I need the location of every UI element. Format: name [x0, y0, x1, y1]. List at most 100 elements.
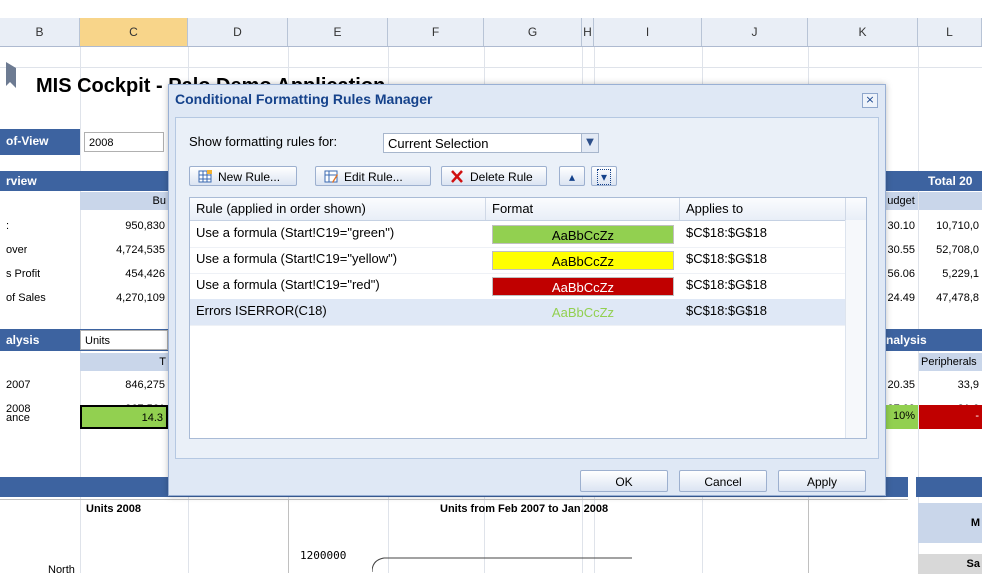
column-header-h[interactable]: H — [582, 18, 594, 46]
column-header-k[interactable]: K — [808, 18, 918, 46]
dialog-body: Show formatting rules for: Current Selec… — [175, 117, 879, 459]
right-analysis-budget: 20.35 — [887, 379, 915, 391]
overview-rows-label: : — [6, 220, 10, 232]
top-strip — [0, 0, 982, 18]
chart1-label-north: North — [48, 564, 75, 576]
analysis-rows-value: 846,275 — [125, 379, 165, 391]
rule-format-preview: AaBbCcZz — [492, 225, 674, 244]
delete-rule-label: Delete Rule — [470, 170, 533, 184]
move-up-icon: ▴ — [568, 170, 576, 184]
right-total-subheader — [919, 192, 982, 210]
overview-rows-label: s Profit — [6, 268, 41, 280]
analysis-total-header: T — [80, 353, 168, 371]
rule-description: Use a formula (Start!C19="green") — [196, 225, 395, 240]
right-overview-budget: 24.49 — [887, 292, 915, 304]
rule-row[interactable]: Use a formula (Start!C19="yellow") AaBbCc… — [190, 247, 846, 274]
right-variance-value: 10% — [884, 405, 918, 429]
rule-format-preview: AaBbCcZz — [551, 305, 615, 320]
right-analysis-header: nalysis — [884, 329, 982, 351]
show-rules-value: Current Selection — [388, 136, 489, 151]
new-rule-button[interactable]: New Rule... — [189, 166, 297, 186]
delete-rule-button[interactable]: Delete Rule — [441, 166, 547, 186]
overview-rows-value: 4,270,109 — [116, 292, 165, 304]
show-rules-label: Show formatting rules for: — [189, 134, 338, 149]
rules-scrollbar[interactable] — [845, 220, 866, 438]
move-up-button[interactable]: ▴ — [559, 166, 585, 186]
variance-value: 14.3 — [80, 405, 168, 429]
right-analysis-total: 33,9 — [957, 379, 979, 391]
rule-format-preview: AaBbCcZz — [492, 277, 674, 296]
rule-description: Use a formula (Start!C19="yellow") — [196, 251, 398, 266]
variance-label: ance — [6, 412, 30, 424]
rule-applies-to: $C$18:$G$18 — [686, 225, 767, 240]
new-rule-label: New Rule... — [218, 170, 281, 184]
column-header-j[interactable]: J — [702, 18, 808, 46]
right-charts-header — [916, 477, 982, 497]
overview-rows-value: 4,724,535 — [116, 244, 165, 256]
show-rules-select[interactable]: Current Selection ▼ — [383, 133, 599, 153]
column-header-c[interactable]: C — [80, 18, 188, 46]
rule-row[interactable]: Errors ISERROR(C18) AaBbCcZz $C$18:$G$18 — [190, 299, 846, 326]
move-down-button[interactable]: ▾ — [591, 166, 617, 186]
conditional-formatting-dialog: Conditional Formatting Rules Manager × S… — [168, 84, 886, 496]
rule-description: Errors ISERROR(C18) — [196, 303, 327, 318]
edit-rule-icon — [324, 170, 338, 183]
pov-label: of-View — [0, 129, 80, 155]
overview-rows-label: of Sales — [6, 292, 46, 304]
edit-rule-label: Edit Rule... — [344, 170, 403, 184]
column-header-g[interactable]: G — [484, 18, 582, 46]
overview-rows-label: over — [6, 244, 28, 256]
overview-rows-value: 454,426 — [125, 268, 165, 280]
chevron-down-icon[interactable]: ▼ — [581, 134, 598, 152]
delete-x-icon — [451, 170, 463, 183]
applies-column-header[interactable]: Applies to — [680, 198, 846, 220]
rule-column-header[interactable]: Rule (applied in order shown) — [190, 198, 486, 220]
column-header-i[interactable]: I — [594, 18, 702, 46]
column-header-d[interactable]: D — [188, 18, 288, 46]
overview-header: rview — [0, 171, 168, 191]
rule-row[interactable]: Use a formula (Start!C19="red") AaBbCcZz $… — [190, 273, 846, 300]
column-header-e[interactable]: E — [288, 18, 388, 46]
right-overview-budget: 30.55 — [887, 244, 915, 256]
right-mo-header: M — [918, 503, 982, 543]
column-header-f[interactable]: F — [388, 18, 484, 46]
rules-table-header: Rule (applied in order shown) Format App… — [190, 198, 866, 221]
right-overview-budget: 30.10 — [887, 220, 915, 232]
rule-applies-to: $C$18:$G$18 — [686, 251, 767, 266]
right-peripherals-header: Peripherals — [919, 353, 982, 371]
right-overview-budget: 56.06 — [887, 268, 915, 280]
column-header-b[interactable]: B — [0, 18, 80, 46]
rule-row[interactable]: Use a formula (Start!C19="green") AaBbCcZ… — [190, 221, 846, 248]
edit-rule-button[interactable]: Edit Rule... — [315, 166, 431, 186]
right-sa-header: Sa — [918, 554, 982, 574]
rules-table: Rule (applied in order shown) Format App… — [189, 197, 867, 439]
dialog-close-button[interactable]: × — [862, 93, 878, 108]
chart2-title: Units from Feb 2007 to Jan 2008 — [440, 503, 609, 515]
right-overview-total: 5,229,1 — [942, 268, 979, 280]
palo-logo-icon — [6, 62, 16, 88]
chart1-title: Units 2008 — [86, 503, 142, 515]
pov-year-select[interactable]: 2008 — [84, 132, 164, 152]
right-overview-total: 47,478,8 — [936, 292, 979, 304]
rule-description: Use a formula (Start!C19="red") — [196, 277, 380, 292]
overview-rows-value: 950,830 — [125, 220, 165, 232]
apply-button[interactable]: Apply — [778, 470, 866, 492]
right-budget-header: udget — [884, 192, 918, 210]
cancel-button[interactable]: Cancel — [679, 470, 767, 492]
overview-budget-header: Bu — [80, 192, 168, 210]
column-header-l[interactable]: L — [918, 18, 982, 46]
rule-format-preview: AaBbCcZz — [492, 251, 674, 270]
right-overview-total: 52,708,0 — [936, 244, 979, 256]
analysis-measure-select[interactable]: Units — [80, 330, 168, 350]
format-column-header[interactable]: Format — [486, 198, 680, 220]
rule-applies-to: $C$18:$G$18 — [686, 303, 767, 318]
new-rule-icon — [198, 170, 212, 183]
dialog-title: Conditional Formatting Rules Manager — [175, 91, 433, 107]
rule-applies-to: $C$18:$G$18 — [686, 277, 767, 292]
analysis-rows-label: 2007 — [6, 379, 31, 391]
column-headers: BCDEFGHIJKL — [0, 18, 982, 47]
move-down-icon: ▾ — [596, 169, 612, 185]
right-variance-negative: - — [919, 405, 982, 429]
ok-button[interactable]: OK — [580, 470, 668, 492]
chart2-plot-frame — [372, 557, 632, 573]
